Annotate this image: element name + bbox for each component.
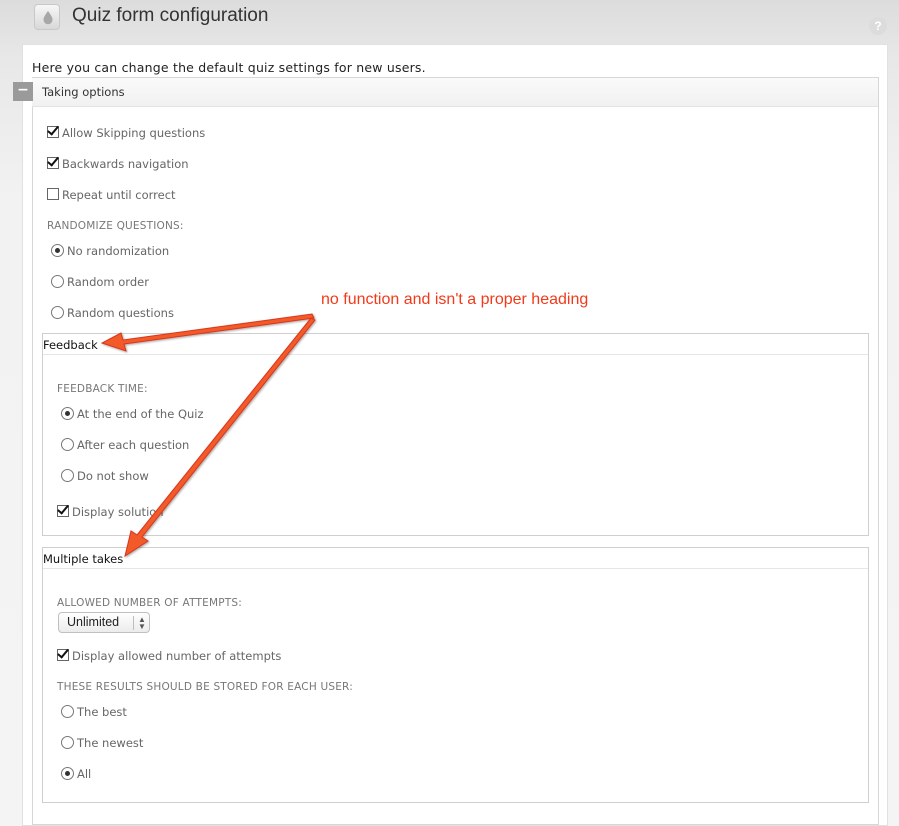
all-label: All [77,767,92,781]
multiple-takes-fieldset: Multiple takes [42,547,869,803]
results-stored-label: THESE RESULTS SHOULD BE STORED FOR EACH … [57,681,353,693]
taking-options-legend-bar[interactable] [32,78,878,107]
do-not-show-label: Do not show [77,469,149,483]
end-of-quiz-option[interactable]: At the end of the Quiz [61,407,204,421]
feedback-fieldset: Feedback [42,333,869,536]
up-down-arrows-icon: ▲ ▼ [138,615,146,631]
the-newest-label: The newest [77,736,144,750]
random-order-radio[interactable] [51,275,64,288]
backwards-navigation-label: Backwards navigation [62,157,189,171]
attempts-select-value: Unlimited [67,615,120,629]
all-radio[interactable] [61,767,74,780]
the-best-option[interactable]: The best [61,705,127,719]
do-not-show-radio[interactable] [61,469,74,482]
quiz-drop-icon [34,4,60,30]
repeat-until-correct-checkbox[interactable] [47,188,59,200]
display-solution-checkbox[interactable] [57,505,69,517]
do-not-show-option[interactable]: Do not show [61,469,149,483]
repeat-until-correct-option[interactable]: Repeat until correct [47,188,176,202]
intro-text: Here you can change the default quiz set… [32,60,426,75]
multiple-takes-legend-divider [43,568,868,569]
backwards-navigation-checkbox[interactable] [47,157,59,169]
display-allowed-attempts-checkbox[interactable] [57,649,69,661]
after-each-question-label: After each question [77,438,190,452]
select-divider [133,616,134,630]
display-solution-option[interactable]: Display solution [57,505,164,519]
display-allowed-attempts-option[interactable]: Display allowed number of attempts [57,649,281,663]
feedback-legend-divider [43,354,868,355]
the-best-radio[interactable] [61,705,74,718]
collapse-button[interactable]: − [13,82,33,101]
allow-skipping-label: Allow Skipping questions [62,126,206,140]
end-of-quiz-radio[interactable] [61,407,74,420]
the-best-label: The best [77,705,127,719]
page-title: Quiz form configuration [72,5,269,26]
no-randomization-option[interactable]: No randomization [51,244,169,258]
feedback-legend: Feedback [43,338,98,352]
random-order-label: Random order [67,275,149,289]
annotation-text: no function and isn't a proper heading [321,291,589,308]
allow-skipping-checkbox[interactable] [47,126,59,138]
backwards-navigation-option[interactable]: Backwards navigation [47,157,189,171]
display-solution-label: Display solution [72,505,164,519]
random-questions-option[interactable]: Random questions [51,306,174,320]
the-newest-radio[interactable] [61,736,74,749]
no-randomization-radio[interactable] [51,244,64,257]
random-questions-label: Random questions [67,306,174,320]
after-each-question-radio[interactable] [61,438,74,451]
random-questions-radio[interactable] [51,306,64,319]
the-newest-option[interactable]: The newest [61,736,143,750]
after-each-question-option[interactable]: After each question [61,438,189,452]
taking-options-legend[interactable]: Taking options [42,85,125,99]
feedback-time-label: FEEDBACK TIME: [57,383,148,395]
end-of-quiz-label: At the end of the Quiz [77,407,204,421]
randomize-questions-label: RANDOMIZE QUESTIONS: [47,220,184,232]
allow-skipping-option[interactable]: Allow Skipping questions [47,126,205,140]
all-option[interactable]: All [61,767,91,781]
display-allowed-attempts-label: Display allowed number of attempts [72,649,282,663]
multiple-takes-legend: Multiple takes [43,552,124,566]
allowed-attempts-label: ALLOWED NUMBER OF ATTEMPTS: [57,597,242,609]
random-order-option[interactable]: Random order [51,275,149,289]
help-icon[interactable]: ? [869,17,887,35]
attempts-select[interactable]: Unlimited ▲ ▼ [58,612,150,633]
no-randomization-label: No randomization [67,244,170,258]
repeat-until-correct-label: Repeat until correct [62,188,176,202]
